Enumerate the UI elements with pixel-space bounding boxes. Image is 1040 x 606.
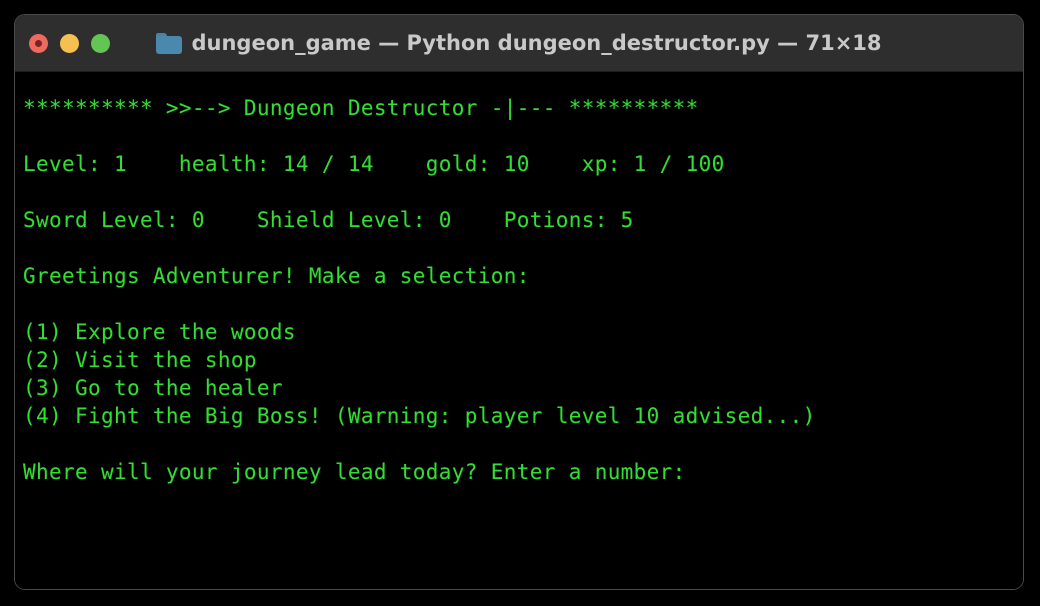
menu-option-3: (3) Go to the healer [23, 376, 283, 400]
menu-option-2: (2) Visit the shop [23, 348, 257, 372]
terminal-body[interactable]: ********** >>--> Dungeon Destructor -|--… [15, 72, 1023, 589]
banner-line: ********** >>--> Dungeon Destructor -|--… [23, 96, 699, 120]
greeting-line: Greetings Adventurer! Make a selection: [23, 264, 530, 288]
terminal-window[interactable]: dungeon_game — Python dungeon_destructor… [14, 14, 1024, 590]
gear-line: Sword Level: 0 Shield Level: 0 Potions: … [23, 208, 634, 232]
maximize-button[interactable] [91, 33, 110, 53]
menu-option-1: (1) Explore the woods [23, 320, 296, 344]
window-title: dungeon_game — Python dungeon_destructor… [191, 31, 882, 55]
stats-line: Level: 1 health: 14 / 14 gold: 10 xp: 1 … [23, 152, 725, 176]
title-bar[interactable]: dungeon_game — Python dungeon_destructor… [15, 15, 1023, 72]
menu-option-4: (4) Fight the Big Boss! (Warning: player… [23, 404, 816, 428]
minimize-button[interactable] [60, 33, 79, 53]
traffic-light-buttons[interactable] [29, 15, 110, 71]
prompt-line: Where will your journey lead today? Ente… [23, 460, 686, 484]
terminal-output: ********** >>--> Dungeon Destructor -|--… [23, 94, 1023, 486]
close-button[interactable] [29, 33, 48, 53]
folder-icon [156, 32, 183, 54]
title-bar-center: dungeon_game — Python dungeon_destructor… [156, 31, 882, 55]
